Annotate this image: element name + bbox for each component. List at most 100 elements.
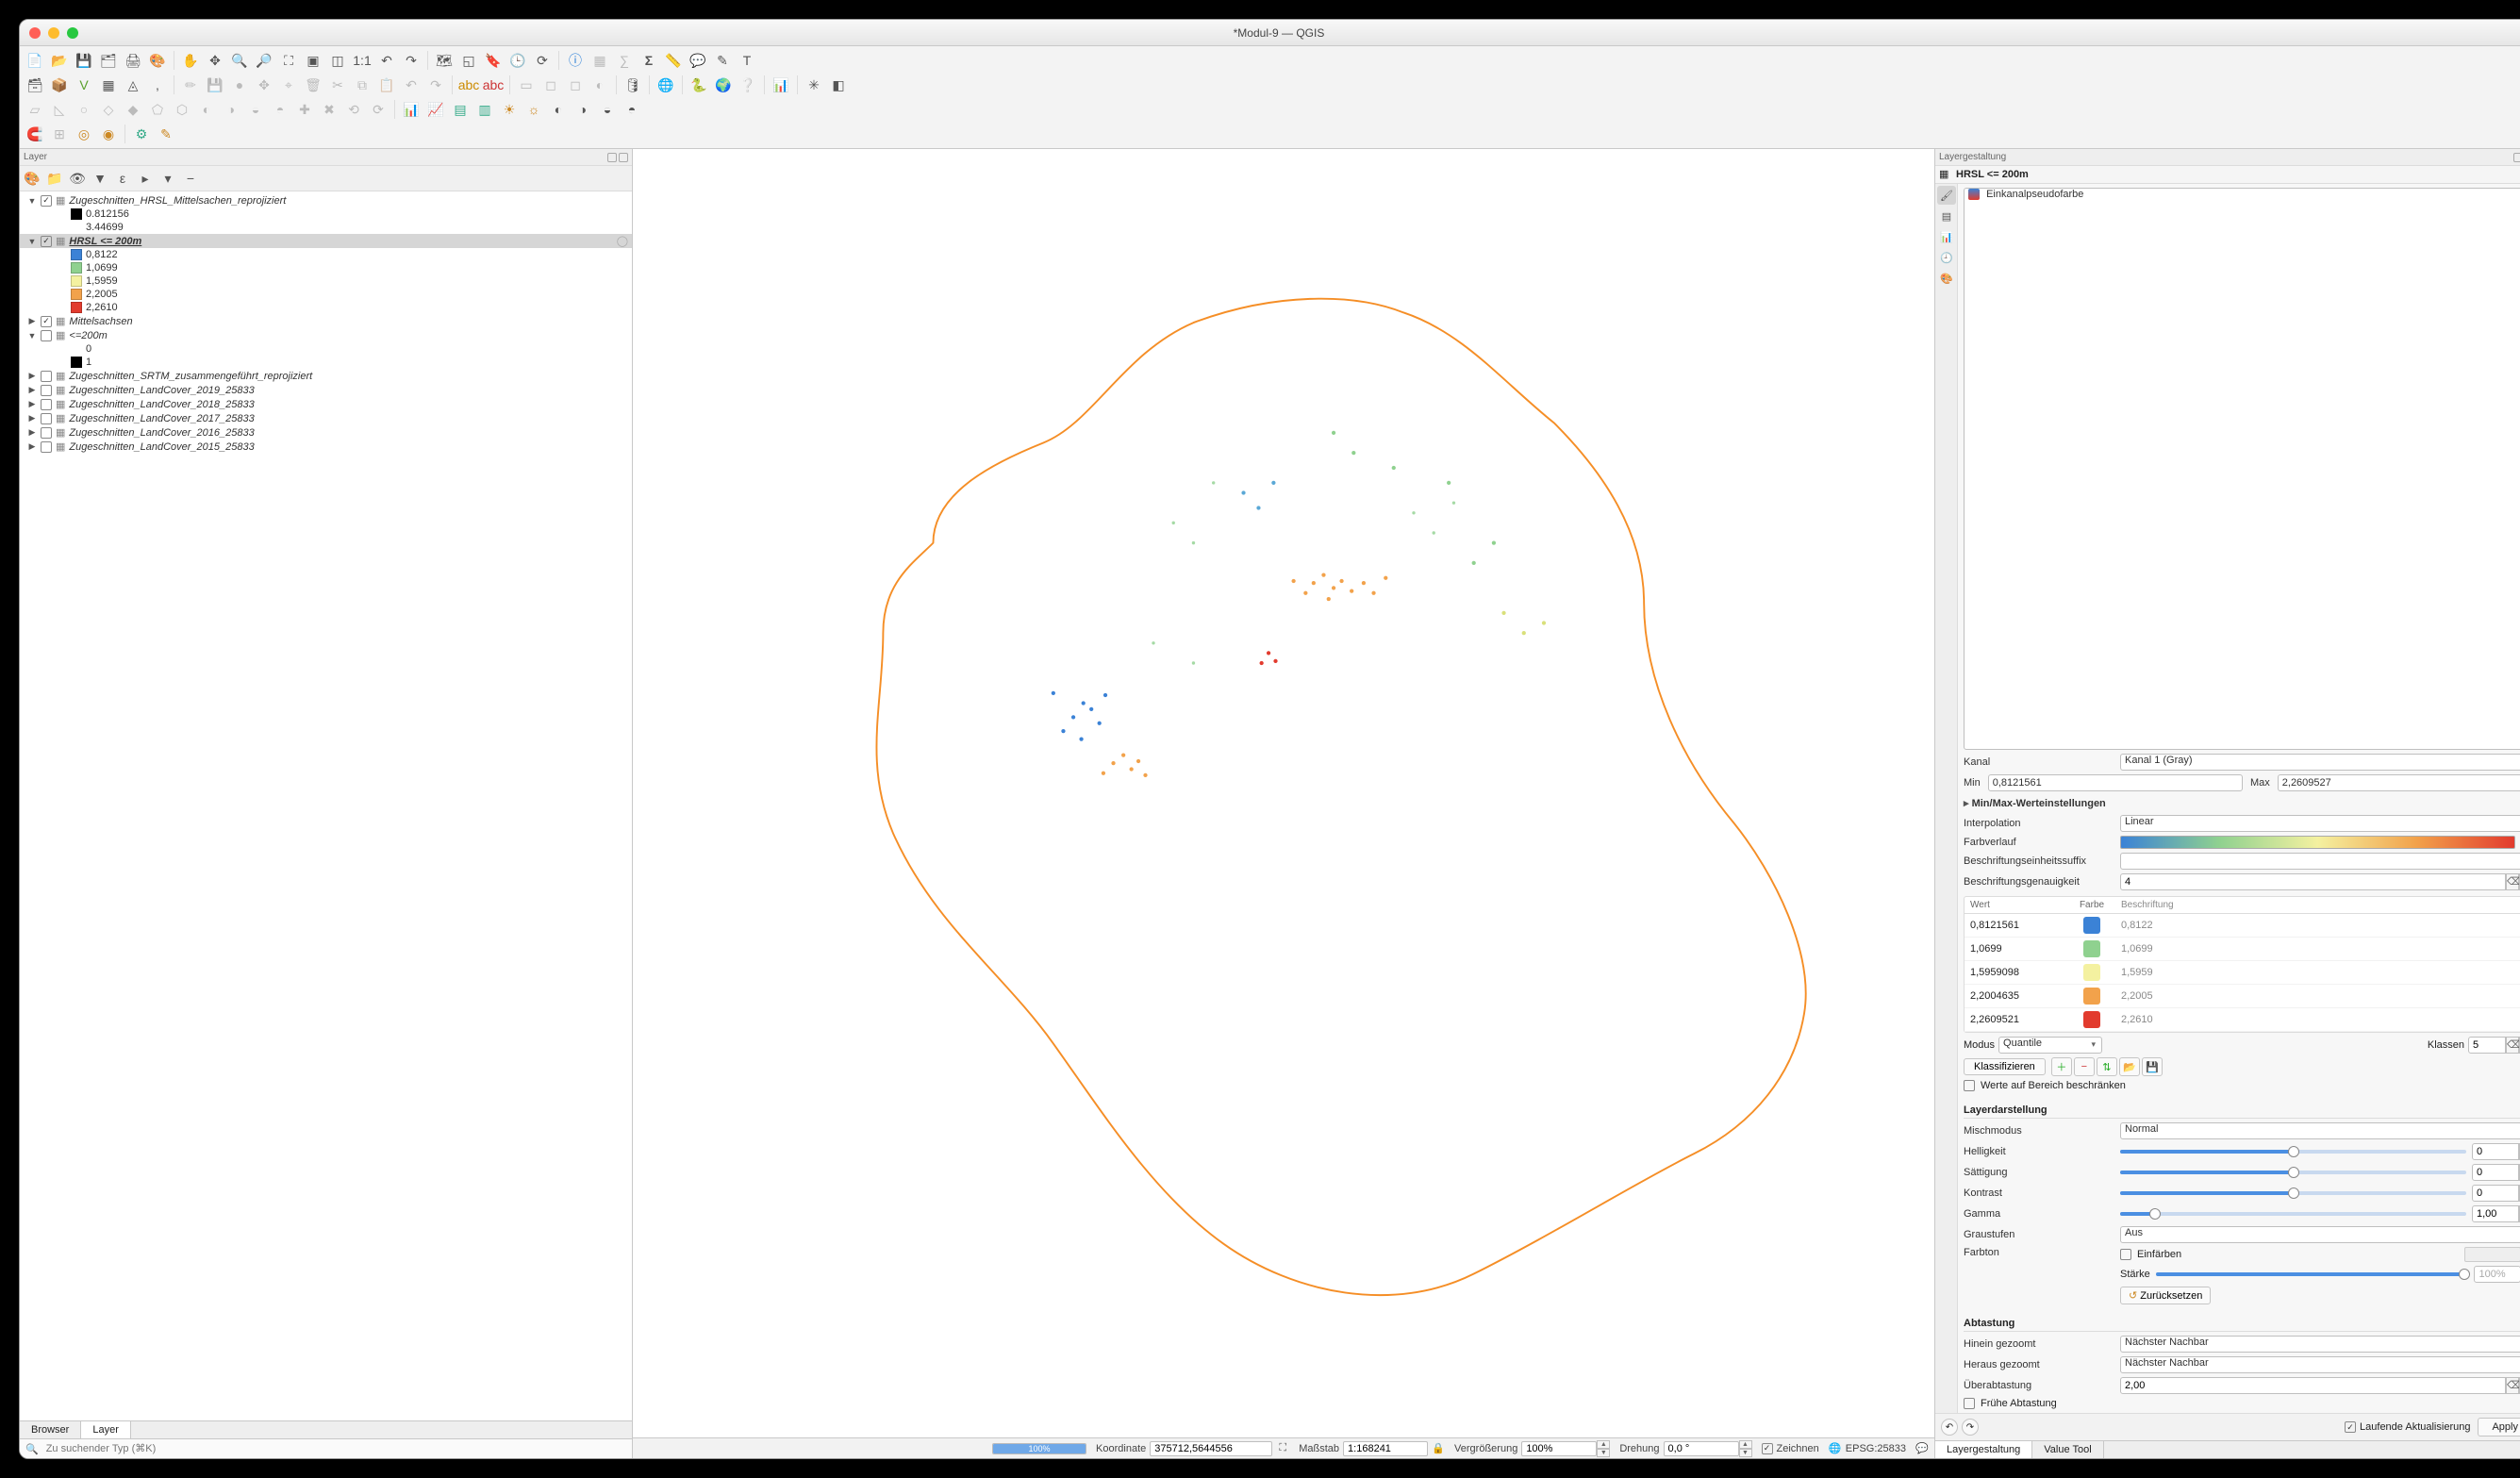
class-load-icon[interactable]: 📂 [2119,1057,2140,1076]
kontrast-slider[interactable] [2120,1191,2466,1195]
help-icon[interactable]: ❔ [737,74,759,96]
expand-toggle-icon[interactable]: ▶ [27,400,37,409]
edit-pencil-icon[interactable]: ✏ [179,74,202,96]
layer-tree[interactable]: ▼▦Zugeschnitten_HRSL_Mittelsachen_reproj… [20,191,632,1420]
add-mesh-icon[interactable]: ◬ [122,74,144,96]
temporal-icon[interactable]: 🕒 [506,49,529,72]
panel-undock-icon[interactable] [607,153,617,162]
dig8-icon[interactable]: ◐ [195,98,218,121]
class-value[interactable]: 1,0699 [1965,940,2068,957]
layer-value-row[interactable]: 2,2005 [20,288,632,301]
dig13-icon[interactable]: ✖ [318,98,340,121]
open-project-icon[interactable]: 📂 [48,49,71,72]
crs-button[interactable]: 🌐 EPSG:25833 [1829,1442,1906,1455]
expand-toggle-icon[interactable]: ▶ [27,414,37,423]
dig9-icon[interactable]: ◑ [220,98,242,121]
layer-group-row[interactable]: ▶▦Zugeschnitten_SRTM_zusammengeführt_rep… [20,369,632,383]
clip-checkbox[interactable] [1964,1080,1975,1091]
histogram-tab-icon[interactable]: 📊 [1937,227,1956,246]
class-value[interactable]: 2,2004635 [1965,988,2068,1005]
visibility-checkbox[interactable] [41,236,52,247]
class-label[interactable]: 2,2610 [2115,1011,2520,1028]
redo-style-icon[interactable]: ↷ [1962,1419,1979,1436]
dig5-icon[interactable]: ◆ [122,98,144,121]
class-color-swatch[interactable] [2083,917,2100,934]
new-map-view-icon[interactable]: 🗺 [433,49,456,72]
transparency-tab-icon[interactable]: ▤ [1937,207,1956,225]
class-row[interactable]: 1,06991,0699 [1965,938,2520,961]
max-input[interactable] [2278,774,2520,791]
helligkeit-input[interactable] [2472,1143,2519,1160]
label-toolbar2-icon[interactable]: abc [482,74,505,96]
save-edits-icon[interactable]: 💾 [204,74,226,96]
layer-add-group-icon[interactable]: 📁 [44,168,65,189]
tab-layer[interactable]: Layer [81,1421,131,1438]
dig3-icon[interactable]: ○ [73,98,95,121]
class-value[interactable]: 1,5959098 [1965,964,2068,981]
layer-value-row[interactable]: 0.812156 [20,208,632,221]
proc-toolbox-icon[interactable]: ⚙ [130,123,153,145]
node-tool-icon[interactable]: ⌖ [277,74,300,96]
class-value[interactable]: 2,2609521 [1965,1011,2068,1028]
layer-group-row[interactable]: ▶▦Zugeschnitten_LandCover_2015_25833 [20,440,632,454]
visibility-checkbox[interactable] [41,316,52,327]
statistics-icon[interactable]: Σ [638,49,660,72]
identify-icon[interactable]: ⓘ [564,49,587,72]
class-label[interactable]: 0,8122 [2115,917,2520,934]
ueber-clear-icon[interactable]: ⌫ [2506,1377,2519,1394]
layer-value-row[interactable]: 3.44699 [20,221,632,234]
class-color-swatch[interactable] [2083,988,2100,1005]
new-bookmarks-icon[interactable]: 🔖 [482,49,505,72]
dig15-icon[interactable]: ⟳ [367,98,390,121]
dig7-icon[interactable]: ⬡ [171,98,193,121]
saettigung-slider[interactable] [2120,1171,2466,1174]
minimize-icon[interactable] [48,27,59,39]
db-manager-icon[interactable]: 🛢 [622,74,644,96]
layer-expand-icon[interactable]: ▸ [135,168,156,189]
add-feature-icon[interactable]: ● [228,74,251,96]
classify-button[interactable]: Klassifizieren [1964,1058,2046,1075]
layer-value-row[interactable]: 1,0699 [20,261,632,274]
raster-local-icon[interactable]: ▤ [449,98,472,121]
add-csv-icon[interactable]: , [146,74,169,96]
metasearch-icon[interactable]: 🌐 [655,74,677,96]
magnifier-input[interactable] [1521,1441,1597,1456]
layer-group-row[interactable]: ▶▦Zugeschnitten_LandCover_2018_25833 [20,397,632,411]
layer-value-row[interactable]: 1,5959 [20,274,632,288]
osm-icon[interactable]: 🌍 [712,74,735,96]
reset-button[interactable]: ↺ Zurücksetzen [2120,1287,2211,1304]
raster-g4-icon[interactable]: ◓ [621,98,643,121]
delete-selected-icon[interactable]: 🗑 [302,74,324,96]
zoom-next-icon[interactable]: ↷ [400,49,423,72]
raster-inc-icon[interactable]: ☀ [498,98,521,121]
mischmodus-select[interactable]: Normal [2120,1122,2520,1139]
visibility-checkbox[interactable] [41,385,52,396]
snap2-icon[interactable]: ⊞ [48,123,71,145]
layer-value-row[interactable]: 0 [20,342,632,356]
plugin2-icon[interactable]: ✳ [803,74,825,96]
dig12-icon[interactable]: ✚ [293,98,316,121]
tab-layergestaltung[interactable]: Layergestaltung [1935,1441,2032,1458]
python-console-icon[interactable]: 🐍 [688,74,710,96]
messages-icon[interactable]: 💬 [1915,1442,1929,1455]
cut-icon[interactable]: ✂ [326,74,349,96]
history-tab-icon[interactable]: 🕘 [1937,248,1956,267]
pan-selection-icon[interactable]: ✥ [204,49,226,72]
scale-input[interactable] [1343,1441,1428,1456]
undo-style-icon[interactable]: ↶ [1941,1419,1958,1436]
layer-group-row[interactable]: ▶▦Zugeschnitten_LandCover_2019_25833 [20,383,632,397]
expand-toggle-icon[interactable]: ▶ [27,386,37,395]
modus-select[interactable]: Quantile [1998,1037,2102,1054]
layer-manage-icon[interactable]: 👁 [67,168,88,189]
raster-hist-icon[interactable]: 📊 [400,98,423,121]
layer-value-row[interactable]: 1 [20,356,632,369]
kontrast-input[interactable] [2472,1185,2519,1202]
visibility-checkbox[interactable] [41,413,52,424]
suffix-input[interactable] [2120,853,2520,870]
paste-icon[interactable]: 📋 [375,74,398,96]
snap4-icon[interactable]: ◉ [97,123,120,145]
print-layout-icon[interactable]: 🖨 [122,49,144,72]
klassen-clear-icon[interactable]: ⌫ [2506,1037,2519,1054]
hue-swatch[interactable] [2464,1247,2520,1262]
layer-expr-icon[interactable]: ε [112,168,133,189]
